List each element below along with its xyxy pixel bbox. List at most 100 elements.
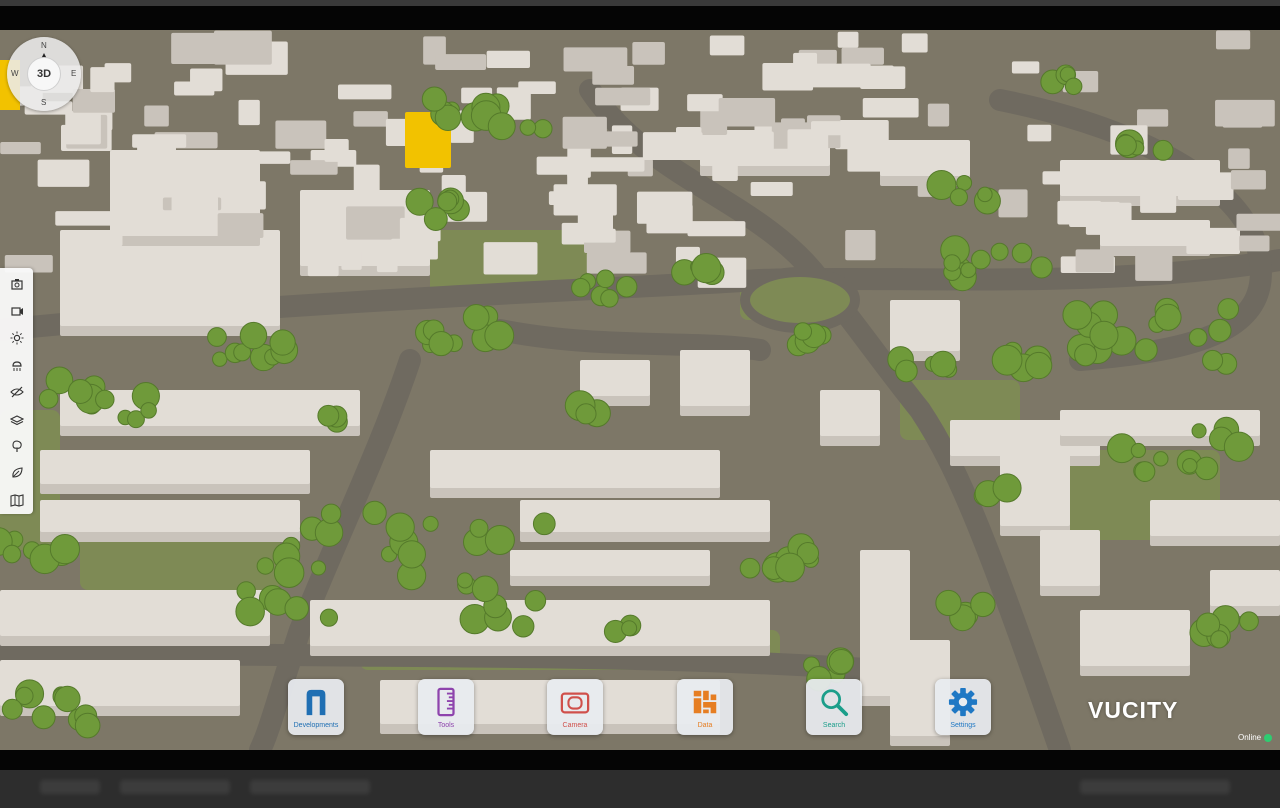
building <box>435 54 487 70</box>
tree <box>990 242 1009 261</box>
building <box>376 259 398 273</box>
building <box>595 87 651 106</box>
trees-icon[interactable] <box>8 437 25 454</box>
building <box>862 98 919 118</box>
tree <box>943 254 961 272</box>
tree <box>67 379 93 404</box>
building <box>40 450 310 484</box>
building <box>837 31 859 48</box>
tree <box>1064 77 1083 96</box>
tree <box>484 524 515 556</box>
tree <box>532 512 556 536</box>
building <box>687 221 746 237</box>
building <box>353 111 388 127</box>
building <box>190 68 223 92</box>
search-button[interactable]: Search <box>806 679 862 735</box>
building <box>820 390 880 436</box>
building <box>483 242 538 275</box>
tree <box>1074 343 1097 367</box>
tree <box>484 320 515 351</box>
settings-label: Settings <box>950 722 976 729</box>
tree <box>469 518 489 538</box>
building <box>1135 248 1173 281</box>
vucity-logo: VUCITY <box>1088 697 1179 723</box>
building <box>762 62 814 91</box>
building <box>1080 610 1190 666</box>
sun-icon[interactable] <box>8 329 25 346</box>
top-frame-bar <box>0 0 1280 30</box>
left-toolbar <box>0 268 33 514</box>
building <box>238 99 260 126</box>
map-icon[interactable] <box>8 491 25 508</box>
tree <box>1130 442 1146 459</box>
data-button[interactable]: Data <box>677 679 733 735</box>
blurred-taskbar-item <box>120 780 230 794</box>
tree <box>212 351 228 367</box>
camera-label: Camera <box>562 722 588 729</box>
tree <box>140 402 157 419</box>
building <box>144 105 169 127</box>
tree <box>970 591 996 618</box>
weather-icon[interactable] <box>8 356 25 373</box>
tree <box>775 552 805 583</box>
building <box>567 156 588 186</box>
building <box>642 132 703 161</box>
blurred-taskbar-item <box>250 780 370 794</box>
search-label: Search <box>822 722 846 729</box>
leaf-icon[interactable] <box>8 464 25 481</box>
building <box>90 67 115 93</box>
tree <box>95 389 115 410</box>
building-icon <box>300 686 332 718</box>
tools-label: Tools <box>437 722 455 729</box>
building <box>712 160 738 182</box>
building <box>1228 148 1250 169</box>
building <box>927 103 950 127</box>
tree <box>895 359 918 383</box>
building <box>1075 249 1114 273</box>
tree <box>235 596 265 627</box>
tree <box>524 590 547 612</box>
building <box>1215 30 1251 50</box>
compass-widget[interactable]: N E S W 3D <box>7 37 81 111</box>
building <box>718 97 776 127</box>
view-mode-toggle[interactable]: 3D <box>27 57 61 91</box>
tree <box>621 620 638 637</box>
developments-button[interactable]: Developments <box>288 679 344 735</box>
tree <box>991 344 1023 376</box>
tree <box>596 269 615 289</box>
map-3d-viewport[interactable] <box>0 30 1280 750</box>
tree <box>421 86 447 112</box>
building <box>709 35 745 56</box>
building <box>337 84 392 100</box>
building <box>486 50 530 69</box>
tree <box>691 252 722 284</box>
building <box>235 181 266 210</box>
tree <box>1202 349 1224 371</box>
data-label: Data <box>697 722 713 729</box>
camera-button[interactable]: Camera <box>547 679 603 735</box>
compass-north-label: N <box>41 41 47 50</box>
building <box>1210 570 1280 606</box>
tree <box>1062 300 1093 330</box>
camera-icon <box>559 686 591 718</box>
tree <box>1152 139 1174 161</box>
tree <box>462 303 490 331</box>
tree <box>949 188 968 207</box>
building <box>1215 99 1275 127</box>
tools-button[interactable]: Tools <box>418 679 474 735</box>
visibility-icon[interactable] <box>8 383 25 400</box>
tree <box>571 278 591 298</box>
developments-label: Developments <box>293 722 339 729</box>
building <box>937 143 968 169</box>
video-icon[interactable] <box>8 302 25 319</box>
building <box>307 248 339 277</box>
tree <box>1089 320 1119 350</box>
tree <box>600 289 619 308</box>
tree <box>1191 423 1207 439</box>
settings-button[interactable]: Settings <box>935 679 991 735</box>
layers-icon[interactable] <box>8 410 25 427</box>
building <box>324 139 349 162</box>
compass-south-label: S <box>41 98 47 107</box>
screenshot-icon[interactable] <box>8 275 25 292</box>
tree <box>320 503 342 525</box>
